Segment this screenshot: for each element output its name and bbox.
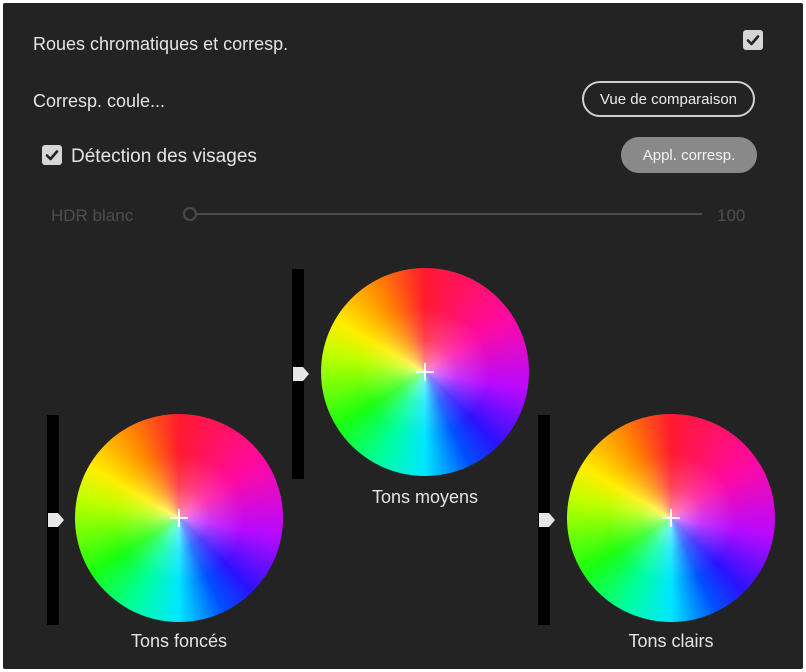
highlights-label: Tons clairs [628, 631, 714, 651]
highlights-crosshair-icon[interactable] [662, 509, 680, 527]
shadows-label: Tons foncés [130, 631, 228, 651]
hdr-white-slider-track[interactable] [196, 213, 702, 215]
checkmark-icon [45, 150, 59, 161]
shadows-crosshair-icon[interactable] [170, 509, 188, 527]
comparison-view-button[interactable]: Vue de comparaison [582, 81, 755, 117]
lumetri-color-wheels-panel: Roues chromatiques et corresp. Corresp. … [3, 3, 803, 669]
apply-match-button[interactable]: Appl. corresp. [621, 137, 757, 173]
shadows-luminance-handle[interactable] [48, 513, 64, 527]
face-detection-label: Détection des visages [71, 146, 257, 167]
hdr-white-slider-handle[interactable] [183, 207, 197, 221]
midtones-label: Tons moyens [371, 487, 479, 507]
shadows-color-wheel[interactable] [75, 414, 283, 622]
enable-section-checkbox[interactable] [743, 30, 763, 50]
checkmark-icon [746, 35, 760, 46]
midtones-crosshair-icon[interactable] [416, 363, 434, 381]
color-match-label: Corresp. coule... [33, 91, 166, 111]
section-title: Roues chromatiques et corresp. [33, 34, 289, 54]
midtones-luminance-handle[interactable] [293, 367, 309, 381]
midtones-color-wheel[interactable] [321, 268, 529, 476]
hdr-white-label: HDR blanc [51, 206, 134, 225]
hdr-white-value: 100 [717, 206, 746, 225]
highlights-color-wheel[interactable] [567, 414, 775, 622]
highlights-luminance-handle[interactable] [539, 513, 555, 527]
face-detection-checkbox[interactable] [42, 145, 62, 165]
